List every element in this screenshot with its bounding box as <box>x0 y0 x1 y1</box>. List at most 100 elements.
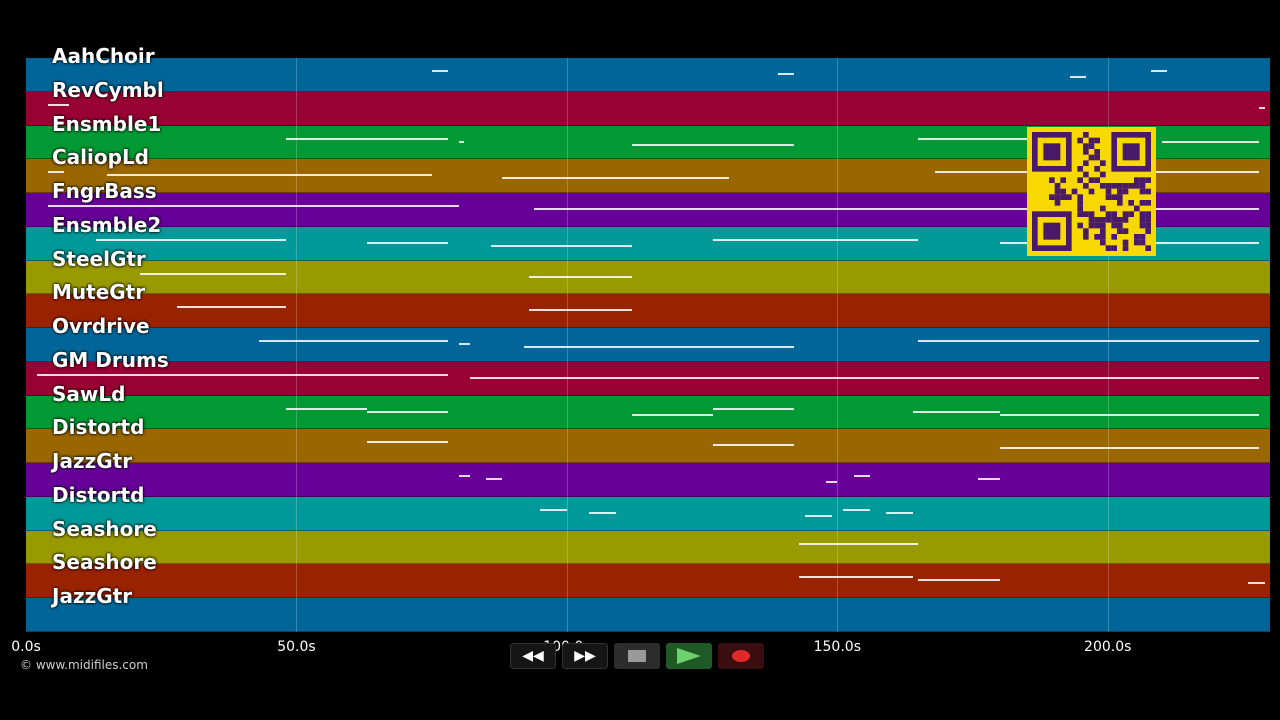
midi-note <box>999 447 1260 450</box>
track-label: SteelGtr <box>52 246 146 271</box>
track-label: AahChoir <box>52 44 155 68</box>
track-label: SawLd <box>52 381 126 406</box>
track-label: Distortd <box>52 415 145 440</box>
midi-note <box>539 508 567 511</box>
midi-note <box>366 241 448 244</box>
track-label: Distortd <box>52 482 145 507</box>
midi-note <box>47 171 64 174</box>
track-lane <box>26 361 1270 396</box>
track-lane <box>26 294 1270 328</box>
midi-note <box>469 376 1260 379</box>
midi-note <box>588 511 616 514</box>
midi-note <box>285 407 367 410</box>
track-label: CaliopLd <box>52 145 150 170</box>
midi-note <box>47 205 459 207</box>
track-lane <box>26 564 1270 598</box>
track-lane <box>26 598 1270 632</box>
time-tick-label: 200.0s <box>1084 639 1132 655</box>
midi-note <box>177 306 286 309</box>
midi-note <box>458 475 470 477</box>
record-button[interactable] <box>718 643 764 669</box>
time-tick-label: 0.0s <box>11 639 41 655</box>
track-lane <box>26 463 1270 497</box>
time-tick-label: 50.0s <box>277 639 316 655</box>
track-lane <box>26 260 1270 295</box>
track-label: RevCymbl <box>52 77 164 102</box>
rewind-button[interactable]: ◀◀ <box>510 643 556 669</box>
midi-note <box>36 373 448 376</box>
midi-note <box>853 475 870 477</box>
track-lane <box>26 328 1270 362</box>
track-lane <box>26 395 1270 430</box>
qr-code-icon <box>1027 127 1156 256</box>
track-label: JazzGtr <box>52 449 133 473</box>
midi-note <box>712 407 795 410</box>
midi-note <box>485 478 502 480</box>
stop-button[interactable] <box>614 643 660 669</box>
track-label: GM Drums <box>52 347 169 372</box>
track-label: JazzGtr <box>52 584 133 608</box>
fast-forward-icon: ▶▶ <box>574 648 596 664</box>
time-gridline <box>837 58 839 632</box>
track-lane <box>26 58 1270 92</box>
midi-note <box>47 103 70 106</box>
midi-note <box>712 444 795 447</box>
track-label: Ovrdrive <box>52 314 150 338</box>
midi-note <box>799 542 919 545</box>
midi-note <box>826 481 838 483</box>
midi-note <box>712 238 919 241</box>
midi-note <box>804 514 832 517</box>
qr-code-graphic <box>1032 132 1151 251</box>
midi-note <box>258 340 448 342</box>
midi-note <box>777 73 795 75</box>
play-icon <box>677 648 701 664</box>
track-label: Seashore <box>52 550 157 575</box>
record-icon <box>732 650 750 662</box>
midi-note <box>977 478 1000 480</box>
midi-note <box>631 143 795 146</box>
track-lane <box>26 530 1270 565</box>
midi-note <box>139 272 286 275</box>
track-label: Ensmble2 <box>52 212 162 237</box>
midi-note <box>458 343 470 345</box>
midi-note <box>366 410 448 413</box>
midi-note <box>96 238 286 241</box>
midi-note <box>501 177 730 180</box>
midi-note <box>458 140 465 143</box>
track-label: Seashore <box>52 516 157 541</box>
midi-note <box>529 309 632 312</box>
midi-note <box>1259 106 1265 109</box>
track-lane <box>26 429 1270 463</box>
midi-note <box>918 579 1000 582</box>
time-gridline <box>296 58 298 632</box>
track-label: MuteGtr <box>52 280 146 305</box>
midi-note <box>913 410 1000 413</box>
copyright-text: © www.midifiles.com <box>20 658 148 672</box>
midi-note <box>1069 76 1087 78</box>
midi-note <box>1248 582 1265 585</box>
track-lane <box>26 91 1270 126</box>
midi-note <box>631 413 713 416</box>
stop-icon <box>628 650 646 662</box>
play-button[interactable] <box>666 643 712 669</box>
midi-note <box>999 413 1260 416</box>
time-gridline <box>566 58 568 632</box>
rewind-icon: ◀◀ <box>522 648 544 664</box>
time-tick-label: 150.0s <box>813 639 861 655</box>
midi-note <box>842 508 870 511</box>
track-label: Ensmble1 <box>52 111 162 136</box>
midi-note <box>918 340 1260 342</box>
midi-note <box>529 275 632 278</box>
midi-note <box>285 137 448 140</box>
midi-note <box>107 174 432 177</box>
midi-note <box>1161 140 1260 143</box>
midi-note <box>1151 70 1168 72</box>
track-label: FngrBass <box>52 179 157 203</box>
midi-note <box>431 70 448 72</box>
fast-forward-button[interactable]: ▶▶ <box>562 643 608 669</box>
transport-controls: ◀◀ ▶▶ <box>510 642 770 670</box>
midi-note <box>366 441 448 444</box>
midi-note <box>799 576 914 579</box>
midi-note <box>491 244 632 247</box>
midi-note <box>523 346 795 348</box>
